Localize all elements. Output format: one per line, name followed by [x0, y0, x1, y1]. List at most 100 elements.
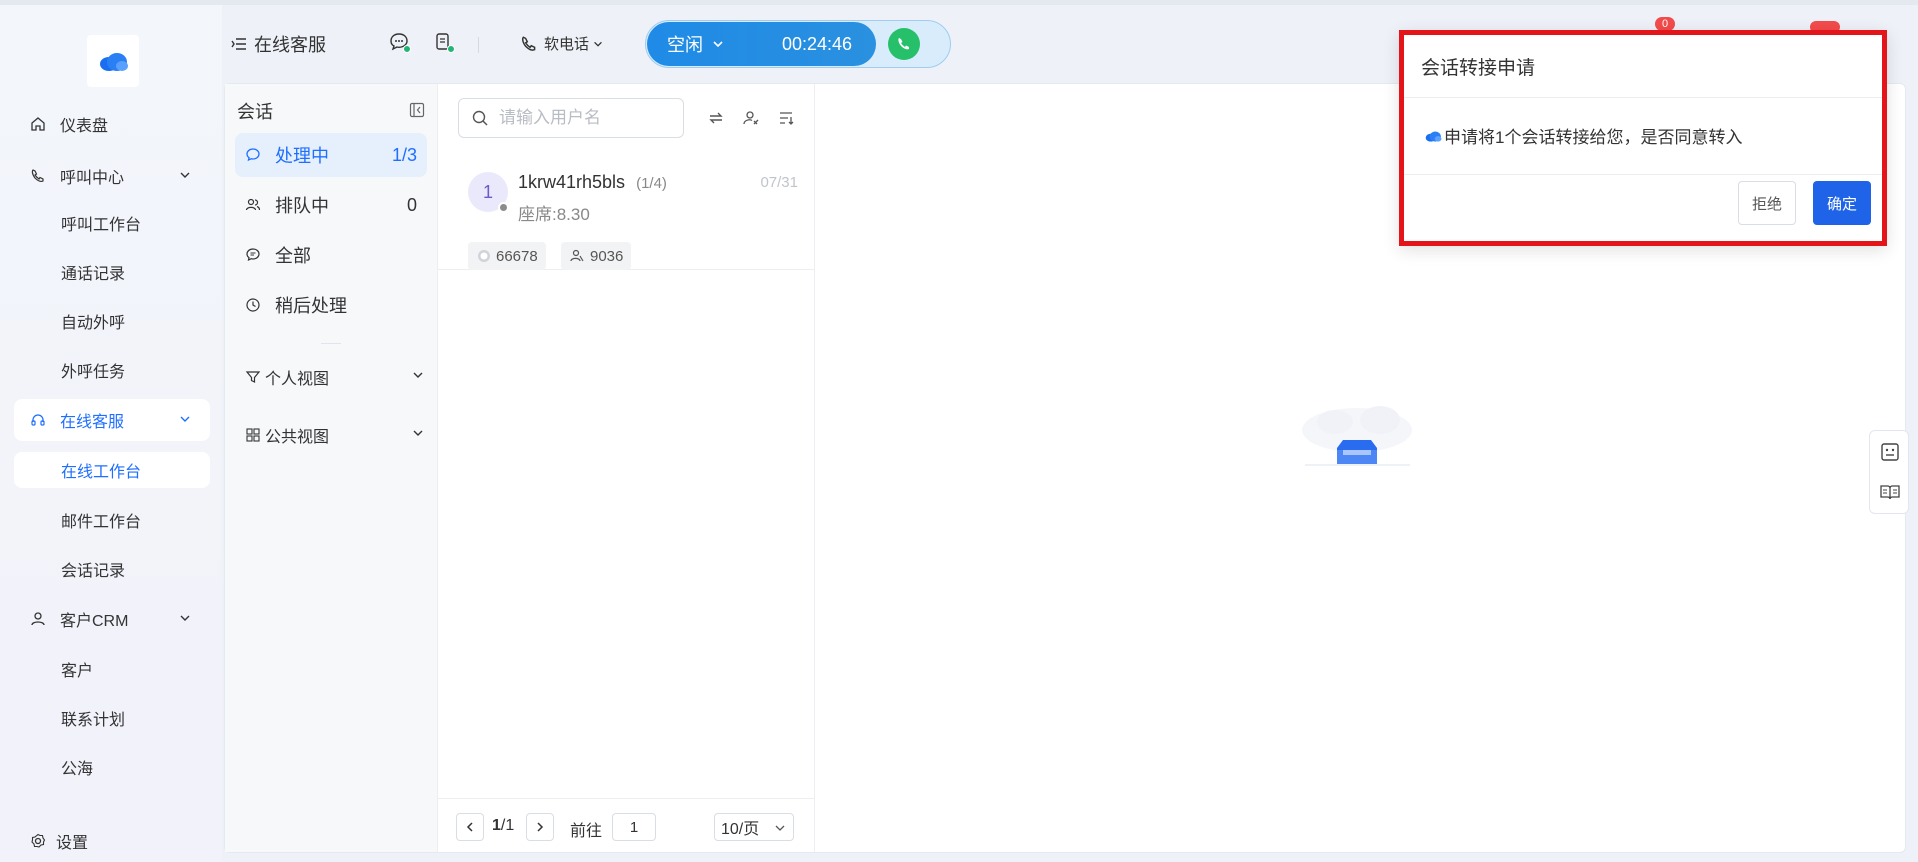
online-dot	[447, 45, 455, 53]
gear-icon	[28, 831, 48, 851]
filter-count: 1/3	[391, 144, 417, 165]
robot-icon	[1881, 443, 1899, 461]
users-icon	[570, 249, 584, 262]
online-dot	[403, 45, 411, 53]
session-list-panel: 1 1krw41rh5bls (1/4) 座席:8.30 07/31 66678…	[438, 84, 815, 852]
ticket-status-button[interactable]	[432, 31, 458, 57]
sidebar-item-label: 自动外呼	[61, 315, 126, 332]
grid-icon	[246, 428, 260, 442]
personal-views-toggle[interactable]: 个人视图	[245, 362, 425, 392]
phone-icon	[898, 38, 909, 50]
filter-all[interactable]: 全部	[235, 233, 427, 277]
cloud-logo-icon	[1425, 131, 1442, 142]
channel-icon	[478, 250, 490, 262]
sidebar-item-online-workbench[interactable]: 在线工作台	[14, 452, 210, 488]
search-icon	[472, 110, 488, 126]
user-icon	[28, 609, 48, 629]
sidebar-item-online-service[interactable]: 在线客服	[14, 399, 210, 441]
session-item[interactable]: 1 1krw41rh5bls (1/4) 座席:8.30 07/31 66678…	[438, 154, 814, 270]
sidebar-item-session-records[interactable]: 会话记录	[14, 551, 210, 587]
settings-label: 设置	[56, 835, 89, 852]
filter-later[interactable]: 稍后处理	[235, 283, 427, 327]
chevron-right-icon	[537, 822, 544, 832]
sidebar-item-crm[interactable]: 客户CRM	[14, 598, 210, 640]
assign-user-button[interactable]	[739, 106, 763, 130]
sidebar-item-customers[interactable]: 客户	[14, 651, 210, 687]
call-button[interactable]	[888, 28, 920, 60]
filter-icon	[245, 371, 261, 383]
conversations-heading: 会话	[237, 102, 273, 122]
phone-icon	[521, 35, 536, 51]
chevron-down-icon	[411, 368, 425, 387]
sidebar-item-settings[interactable]: 设置	[16, 825, 212, 857]
sidebar-item-dashboard[interactable]: 仪表盘	[14, 103, 210, 145]
filter-processing[interactable]: 处理中 1/3	[235, 133, 427, 177]
sidebar-item-mail-workbench[interactable]: 邮件工作台	[14, 502, 210, 538]
robot-assistant-button[interactable]	[1879, 441, 1901, 463]
refresh-button[interactable]	[704, 106, 728, 130]
view-label: 公共视图	[265, 429, 330, 446]
message-icon	[245, 247, 265, 263]
chevron-down-icon	[178, 611, 192, 630]
filter-label: 全部	[275, 246, 311, 266]
dialog-message-row: 申请将1个会话转接给您，是否同意转入	[1424, 123, 1742, 148]
sidebar-item-call-center[interactable]: 呼叫中心	[14, 155, 210, 197]
goto-page-input[interactable]: 1	[612, 813, 656, 841]
headset-icon	[28, 410, 48, 430]
filter-label: 稍后处理	[275, 296, 347, 316]
sidebar-item-label: 在线工作台	[61, 464, 142, 481]
softphone-dropdown[interactable]: 软电话	[520, 33, 604, 54]
users-icon	[245, 197, 265, 213]
reject-button[interactable]: 拒绝	[1738, 181, 1796, 225]
app-logo[interactable]	[87, 35, 139, 87]
sidebar-item-auto-outbound[interactable]: 自动外呼	[14, 303, 210, 339]
sidebar-item-outbound-tasks[interactable]: 外呼任务	[14, 352, 210, 388]
sidebar-item-label: 呼叫工作台	[61, 217, 142, 234]
chevron-down-icon	[178, 168, 192, 187]
confirm-button[interactable]: 确定	[1813, 181, 1871, 225]
knowledge-base-button[interactable]	[1879, 481, 1901, 503]
transfer-request-dialog: 会话转接申请 申请将1个会话转接给您，是否同意转入 拒绝 确定	[1399, 30, 1887, 246]
public-views-toggle[interactable]: 公共视图	[245, 420, 425, 450]
collapse-panel-icon[interactable]	[409, 102, 425, 123]
filter-queued[interactable]: 排队中 0	[235, 183, 427, 227]
sidebar-item-label: 会话记录	[61, 563, 126, 580]
next-page-button[interactable]	[526, 813, 554, 841]
sort-icon	[780, 112, 794, 125]
divider	[321, 343, 341, 344]
channel-tag: 66678	[468, 242, 546, 270]
session-date: 07/31	[760, 174, 798, 191]
search-input[interactable]	[499, 108, 669, 128]
chat-status-button[interactable]	[388, 31, 414, 57]
current-page: 1	[492, 817, 501, 834]
session-subtitle: 座席:8.30	[518, 205, 590, 224]
agent-status-dropdown[interactable]: 空闲 00:24:46	[647, 22, 876, 66]
search-box	[458, 98, 684, 138]
divider	[1404, 97, 1882, 98]
page-size-select[interactable]: 10/页	[714, 813, 794, 841]
sidebar-item-label: 公海	[61, 761, 94, 778]
sidebar-item-label: 在线客服	[60, 414, 125, 431]
sidebar: 仪表盘 呼叫中心 呼叫工作台 通话记录 自动外呼 外呼任务 在线客服 在线工作台…	[0, 5, 222, 862]
sidebar-item-label: 外呼任务	[61, 364, 126, 381]
sidebar-item-contact-plan[interactable]: 联系计划	[14, 700, 210, 736]
empty-state-illustration	[1295, 400, 1420, 470]
sidebar-item-call-workbench[interactable]: 呼叫工作台	[14, 205, 210, 241]
user-search-icon	[743, 111, 759, 125]
sidebar-item-label: 呼叫中心	[60, 170, 125, 187]
sidebar-item-label: 通话记录	[61, 266, 126, 283]
total-pages: 1	[505, 817, 515, 834]
sort-button[interactable]	[774, 106, 798, 130]
session-name: 1krw41rh5bls	[518, 172, 626, 192]
tag-label: 66678	[496, 247, 538, 265]
home-icon	[28, 114, 48, 134]
sidebar-item-call-records[interactable]: 通话记录	[14, 254, 210, 290]
tag-label: 9036	[590, 247, 624, 265]
agent-status-bar: 空闲 00:24:46	[645, 20, 951, 68]
sidebar-item-public-pool[interactable]: 公海	[14, 749, 210, 785]
prev-page-button[interactable]	[456, 813, 484, 841]
menu-fold-icon	[231, 38, 246, 50]
chevron-down-icon	[713, 41, 723, 48]
status-timer: 00:24:46	[782, 34, 853, 54]
header-title[interactable]: 在线客服	[230, 31, 326, 57]
